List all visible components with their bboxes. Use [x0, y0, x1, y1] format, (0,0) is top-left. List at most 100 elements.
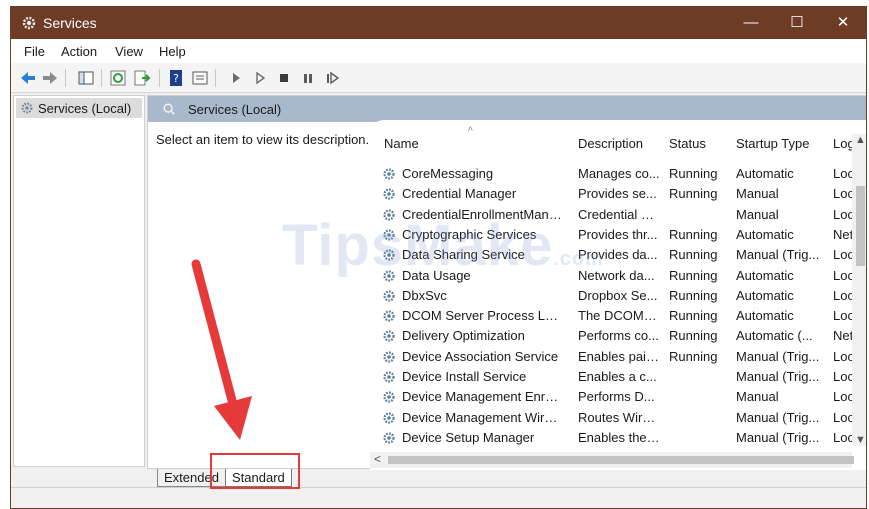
help-icon[interactable]: ? [167, 69, 185, 87]
service-name: Device Management Enroll... [402, 389, 564, 405]
service-startup-type: Manual [736, 186, 779, 202]
list-item[interactable]: Credential Manager Provides se... Running M… [370, 184, 866, 204]
vertical-scrollbar[interactable]: ▲ ▼ [852, 134, 866, 446]
service-name: Device Association Service [402, 348, 559, 364]
service-status: Running [669, 247, 718, 263]
service-status: Running [669, 328, 718, 344]
close-button[interactable]: ✕ [820, 7, 866, 39]
service-gear-icon [383, 310, 395, 322]
column-header-startup-type[interactable]: Startup Type [736, 136, 809, 151]
service-name: Device Management Wirele... [402, 409, 564, 425]
properties-icon[interactable] [191, 69, 209, 87]
scroll-left-icon[interactable]: < [374, 452, 381, 466]
service-startup-type: Manual (Trig... [736, 429, 820, 445]
service-startup-type: Manual [736, 206, 779, 222]
column-header-status[interactable]: Status [669, 136, 706, 151]
list-item[interactable]: DCOM Server Process Laun... The DCOML... R… [370, 306, 866, 326]
menu-view[interactable]: View [115, 44, 143, 59]
scroll-down-icon[interactable]: ▼ [855, 434, 866, 446]
service-name: Credential Manager [402, 186, 517, 202]
service-startup-type: Automatic [736, 267, 794, 283]
panel-title: Services (Local) [188, 102, 282, 117]
column-header-name[interactable]: Name [384, 136, 419, 151]
service-gear-icon [383, 391, 395, 403]
service-gear-icon [383, 351, 395, 363]
list-item[interactable]: Device Install Service Enables a c... Manu… [370, 367, 866, 387]
service-gear-icon [383, 371, 395, 383]
show-tree-icon[interactable] [77, 69, 95, 87]
service-gear-icon [383, 330, 395, 342]
service-description: Routes Wire... [578, 409, 660, 425]
minimize-button[interactable]: — [728, 7, 774, 39]
highlight-box [210, 453, 300, 489]
status-bar [11, 487, 866, 508]
service-name: Device Install Service [402, 369, 527, 384]
service-startup-type: Manual (Trig... [736, 369, 820, 384]
service-description: Dropbox Se... [578, 287, 658, 303]
tree-item-services-local[interactable]: Services (Local) [16, 98, 142, 118]
scroll-up-icon[interactable]: ▲ [855, 134, 866, 146]
service-description: Enables a c... [578, 369, 657, 384]
service-status: Running [669, 287, 718, 303]
column-header-description[interactable]: Description [578, 136, 643, 151]
toolbar: ? [11, 63, 866, 93]
service-name: Device Setup Manager [402, 429, 535, 445]
gear-icon [22, 16, 36, 30]
service-description: Provides se... [578, 186, 657, 202]
menu-action[interactable]: Action [61, 44, 97, 59]
services-list[interactable]: ^ Name Description Status Startup Type L… [370, 120, 866, 470]
list-item[interactable]: Device Management Enroll... Performs D...… [370, 387, 866, 407]
service-startup-type: Automatic [736, 166, 794, 181]
svg-text:?: ? [173, 72, 179, 85]
list-item[interactable]: Device Association Service Enables pair..… [370, 347, 866, 367]
list-item[interactable]: Delivery Optimization Performs co... Runni… [370, 326, 866, 346]
panel-header: Services (Local) [148, 96, 866, 122]
horizontal-scrollbar[interactable]: < [370, 452, 854, 468]
menu-bar: File Action View Help [11, 39, 866, 63]
service-description: Performs D... [578, 389, 655, 405]
service-startup-type: Automatic [736, 226, 794, 242]
service-gear-icon [383, 290, 395, 302]
service-startup-type: Automatic [736, 308, 794, 324]
service-name: DbxSvc [402, 287, 447, 303]
maximize-button[interactable]: ☐ [774, 7, 820, 39]
list-item[interactable]: Device Setup Manager Enables the ... Manua… [370, 428, 866, 448]
service-name: DCOM Server Process Laun... [402, 308, 564, 324]
list-item[interactable]: Device Management Wirele... Routes Wire..… [370, 408, 866, 428]
service-startup-type: Automatic (... [736, 328, 813, 344]
start-icon[interactable] [227, 69, 245, 87]
service-gear-icon [383, 168, 395, 180]
pause-icon[interactable] [299, 69, 317, 87]
horizontal-scroll-thumb[interactable] [388, 456, 854, 464]
service-description: Enables pair... [578, 348, 660, 364]
back-icon[interactable] [19, 69, 37, 87]
service-description: Enables the ... [578, 429, 660, 445]
service-status: Running [669, 267, 718, 283]
list-item[interactable]: CoreMessaging Manages co... Running Automat… [370, 164, 866, 184]
service-description: Manages co... [578, 166, 660, 181]
stop-icon[interactable] [275, 69, 293, 87]
forward-icon[interactable] [41, 69, 59, 87]
service-name: Delivery Optimization [402, 328, 525, 344]
refresh-icon[interactable] [109, 69, 127, 87]
service-status: Running [669, 186, 718, 202]
search-icon [163, 103, 175, 115]
gear-icon [21, 102, 33, 114]
service-startup-type: Manual (Trig... [736, 409, 820, 425]
menu-help[interactable]: Help [159, 44, 186, 59]
title-bar[interactable]: Services — ☐ ✕ [11, 7, 866, 39]
export-icon[interactable] [133, 69, 151, 87]
service-status: Running [669, 348, 718, 364]
menu-file[interactable]: File [24, 44, 45, 59]
restart-icon[interactable] [323, 69, 341, 87]
service-gear-icon [383, 188, 395, 200]
start-alt-icon[interactable] [251, 69, 269, 87]
service-status: Running [669, 226, 718, 242]
vertical-scroll-thumb[interactable] [856, 186, 865, 266]
watermark: TipsMake.com [282, 213, 604, 278]
list-item[interactable]: DbxSvc Dropbox Se... Running Automatic Loca [370, 286, 866, 306]
tree-item-label: Services (Local) [38, 101, 132, 116]
service-startup-type: Manual (Trig... [736, 247, 820, 263]
annotation-arrow-icon [191, 259, 252, 440]
service-startup-type: Automatic [736, 287, 794, 303]
